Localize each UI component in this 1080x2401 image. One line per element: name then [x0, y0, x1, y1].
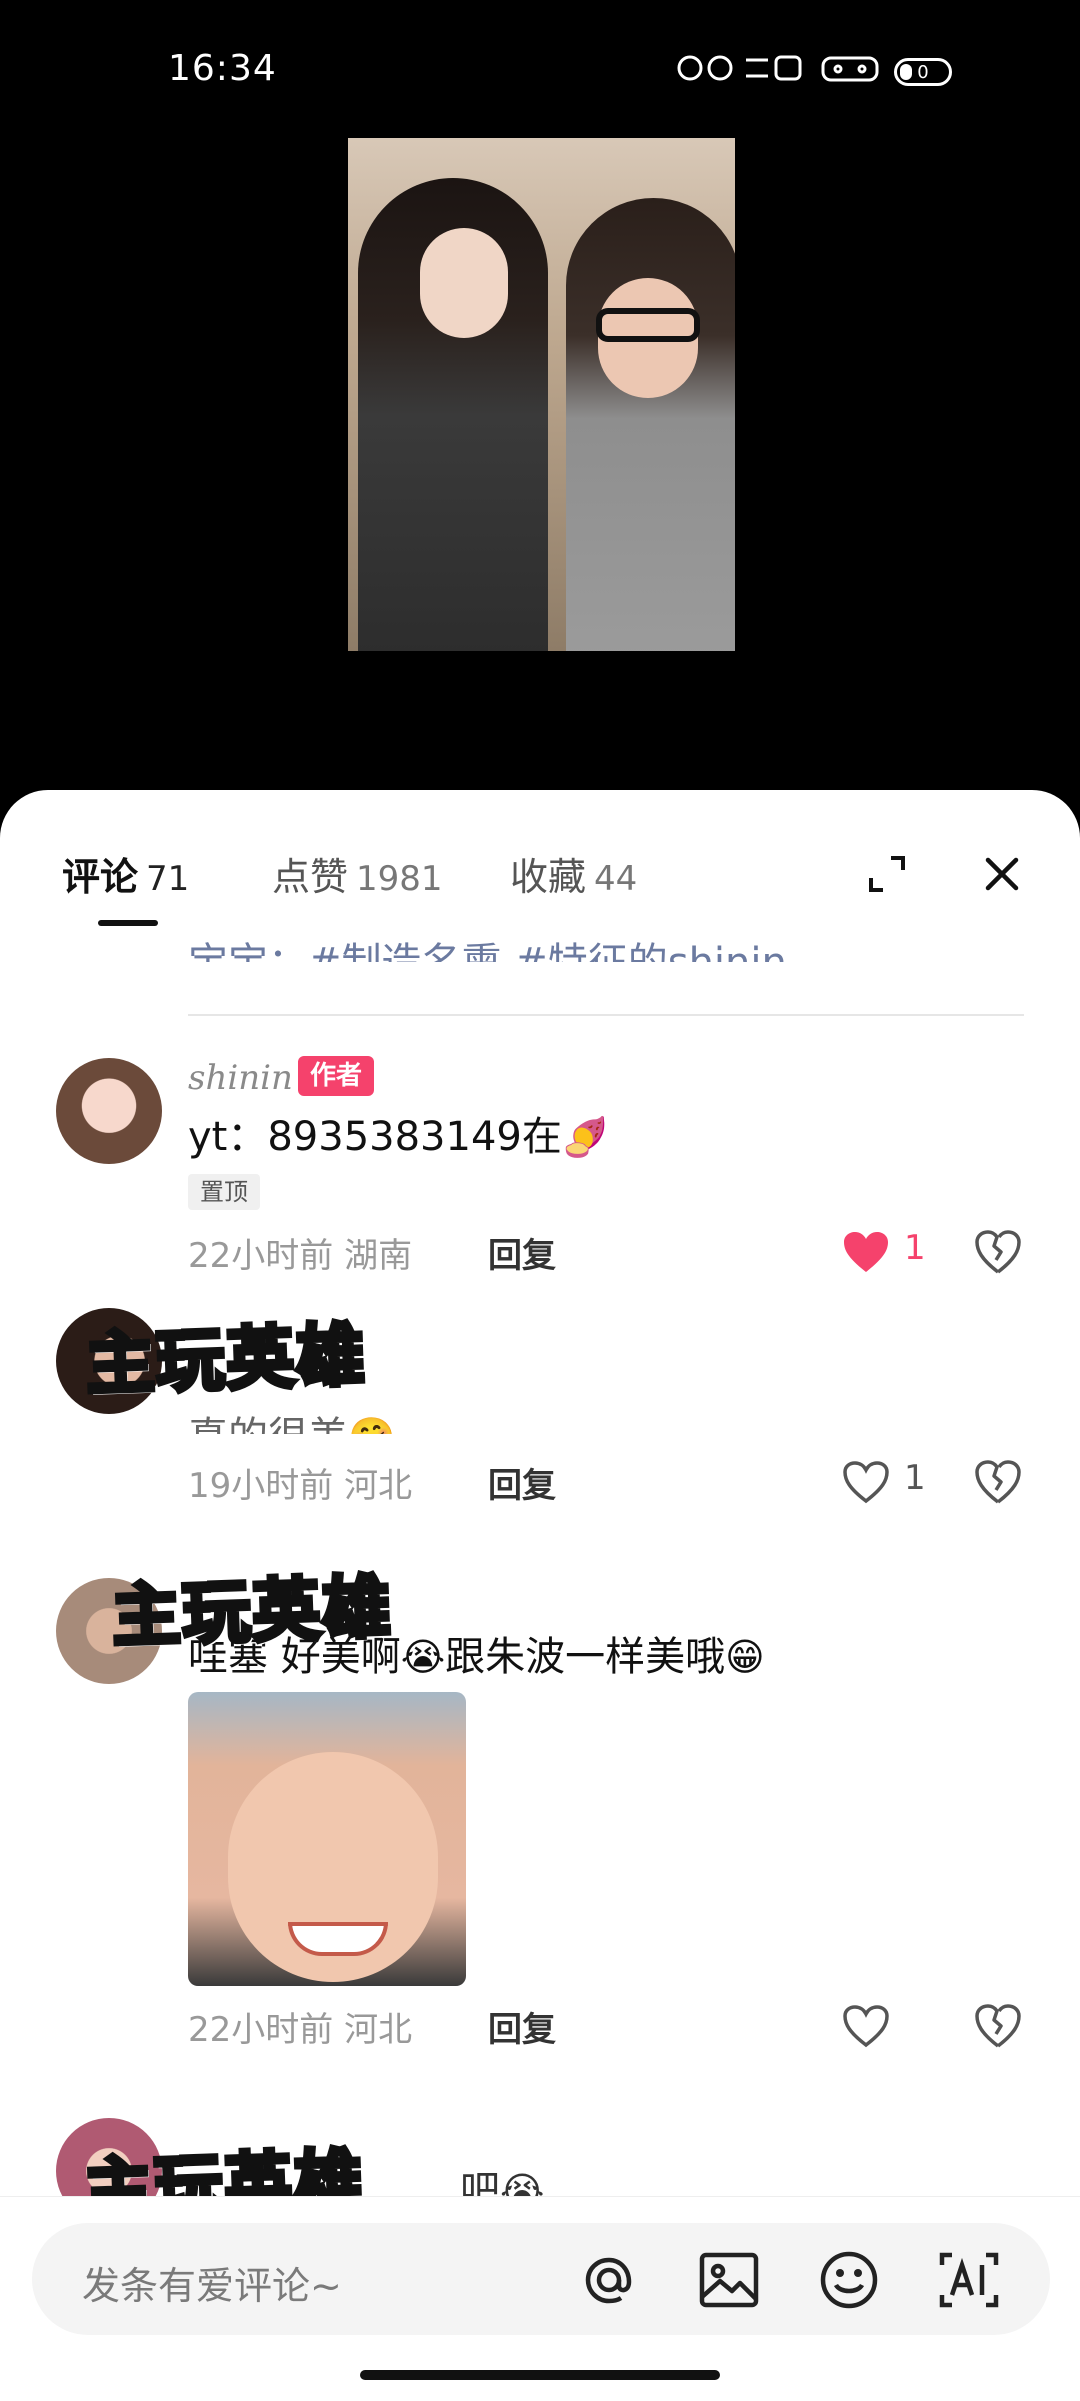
- image-icon[interactable]: [696, 2247, 762, 2313]
- comment-text: yt：8935383149在🍠: [188, 1104, 609, 1162]
- status-bar: 16:34 0: [0, 0, 1080, 130]
- like-count: 1: [904, 1458, 926, 1498]
- tab-likes[interactable]: 点赞 1981: [272, 846, 443, 901]
- reply-button[interactable]: 回复: [488, 1458, 556, 1507]
- broken-heart-icon[interactable]: [974, 1228, 1022, 1276]
- battery-icon: 0: [894, 58, 952, 86]
- divider: [188, 1014, 1024, 1016]
- comment-sheet: 评论 71 点赞 1981 收藏 44 宝宝：#制造名熏 #特征的shinin …: [0, 790, 1080, 2400]
- tab-comments-label: 评论: [62, 855, 139, 899]
- broken-heart-icon[interactable]: [974, 2002, 1022, 2050]
- heart-outline-icon[interactable]: [842, 1460, 890, 1504]
- ai-icon[interactable]: [936, 2247, 1002, 2313]
- reply-button[interactable]: 回复: [488, 1228, 556, 1277]
- author-badge: 作者: [298, 1056, 375, 1096]
- battery-level: 0: [917, 61, 929, 83]
- tab-comments-count: 71: [146, 859, 190, 899]
- comment-text-content: yt：8935383149在: [188, 1114, 562, 1160]
- overlay-sticker: 主玩英雄: [82, 1314, 370, 1408]
- tab-favorites-label: 收藏: [510, 855, 587, 899]
- tab-comments[interactable]: 评论 71: [62, 846, 189, 901]
- broken-heart-icon[interactable]: [974, 1458, 1022, 1506]
- status-icons: 0: [676, 52, 952, 92]
- comment-meta: 22小时前 河北: [188, 2010, 413, 2050]
- tab-indicator: [98, 920, 158, 926]
- heart-outline-icon[interactable]: [842, 2004, 890, 2048]
- tab-likes-count: 1981: [356, 859, 443, 899]
- expand-icon[interactable]: [867, 854, 907, 894]
- close-icon[interactable]: [980, 852, 1024, 896]
- comment-text: 真的很美🤗: [188, 1404, 395, 1434]
- comment-input-placeholder: 发条有爱评论~: [82, 2264, 342, 2308]
- comment-text-content: 真的很美: [188, 1414, 348, 1434]
- like-count: 1: [904, 1228, 926, 1268]
- comment-image[interactable]: [188, 1692, 466, 1986]
- comment-input[interactable]: 发条有爱评论~: [32, 2223, 1050, 2335]
- crying-emoji: 😭: [400, 1635, 446, 1679]
- tab-likes-label: 点赞: [272, 855, 349, 899]
- comment-text-part: 跟朱波一样美哦: [445, 1634, 726, 1680]
- tab-favorites-count: 44: [594, 859, 638, 899]
- sheet-tabs: 评论 71 点赞 1981 收藏 44: [0, 790, 1080, 930]
- video-preview[interactable]: [0, 130, 1080, 790]
- signal-icon: [820, 50, 880, 94]
- status-time: 16:34: [168, 48, 277, 89]
- username[interactable]: shinin: [188, 1058, 293, 1098]
- home-indicator: [360, 2370, 720, 2380]
- hug-emoji: 🤗: [348, 1415, 395, 1434]
- tab-favorites[interactable]: 收藏 44: [510, 846, 637, 901]
- previous-comment-text: 宝宝：#制造名熏 #特征的shinin: [188, 930, 787, 962]
- comment-meta: 19小时前 河北: [188, 1466, 413, 1506]
- notification-icon: [676, 50, 806, 94]
- avatar[interactable]: [56, 1058, 162, 1164]
- comment-meta: 22小时前 湖南: [188, 1236, 413, 1276]
- overlay-sticker: 主玩英雄: [108, 1566, 396, 1660]
- sweet-potato-emoji: 🍠: [561, 1115, 610, 1159]
- reply-button[interactable]: 回复: [488, 2002, 556, 2051]
- pinned-badge: 置顶: [188, 1174, 260, 1210]
- heart-filled-icon[interactable]: [842, 1230, 890, 1274]
- post-photo[interactable]: [348, 138, 735, 651]
- emoji-icon[interactable]: [816, 2247, 882, 2313]
- grinning-emoji: 😁: [725, 1635, 765, 1679]
- mention-icon[interactable]: [576, 2247, 642, 2313]
